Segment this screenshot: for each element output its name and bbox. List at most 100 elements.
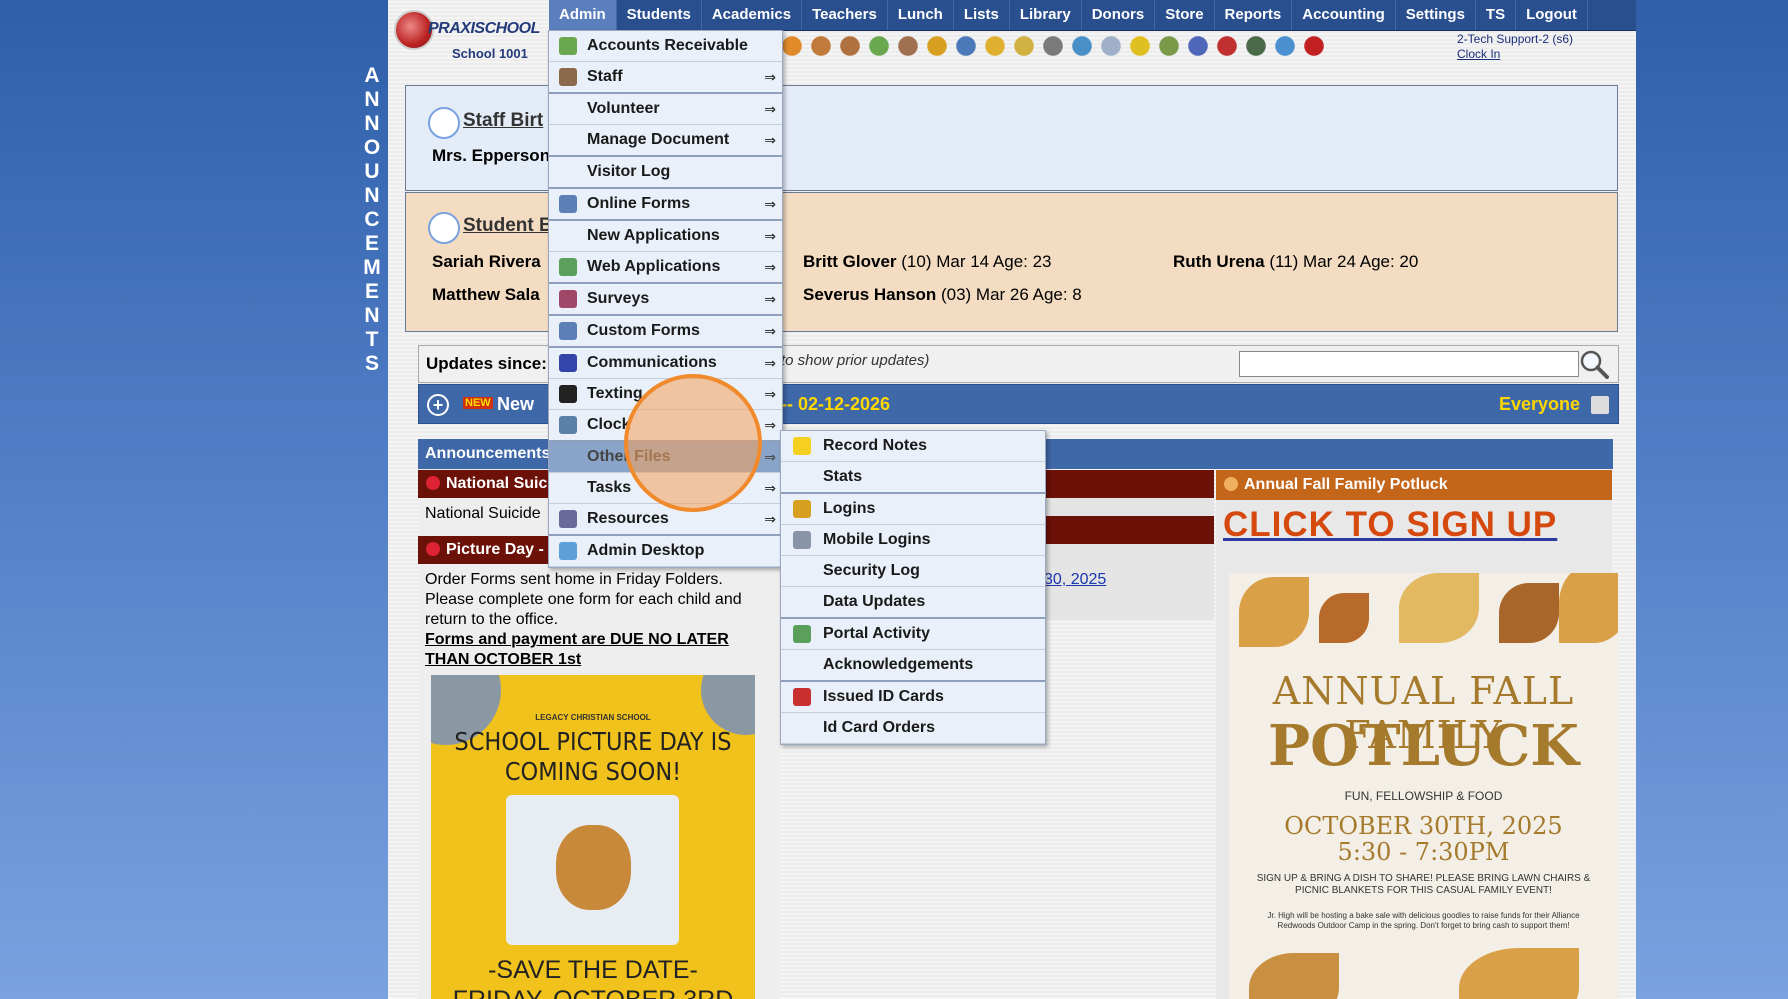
nav-students[interactable]: Students xyxy=(617,0,702,30)
submenu-item-security-log[interactable]: Security Log xyxy=(781,556,1045,587)
announcement-text: Order Forms sent home in Friday Folders.… xyxy=(425,571,742,668)
sign-up-link[interactable]: CLICK TO SIGN UP xyxy=(1223,505,1557,545)
menu-item-new-applications[interactable]: New Applications ⇒ xyxy=(549,221,782,252)
menu-item-accounts-receivable[interactable]: Accounts Receivable xyxy=(549,31,782,62)
submenu-arrow-icon: ⇒ xyxy=(764,196,776,212)
power-icon[interactable] xyxy=(1302,34,1326,58)
card-icon[interactable] xyxy=(1128,34,1152,58)
menu-item-resources[interactable]: Resources ⇒ xyxy=(549,504,782,536)
announcement-letter: T xyxy=(365,328,379,351)
nav-academics[interactable]: Academics xyxy=(702,0,803,30)
student-birthdays-title[interactable]: Student B xyxy=(463,215,553,237)
potluck-instructions: SIGN UP & BRING A DISH TO SHARE! PLEASE … xyxy=(1256,873,1591,896)
announcement-letter: E xyxy=(364,232,379,255)
submenu-item-logins[interactable]: Logins xyxy=(781,494,1045,525)
nav-logout[interactable]: Logout xyxy=(1516,0,1588,30)
potluck-poster: ANNUAL FALL FAMILY POTLUCK FUN, FELLOWSH… xyxy=(1229,573,1618,999)
nav-library[interactable]: Library xyxy=(1010,0,1082,30)
money-icon[interactable] xyxy=(867,34,891,58)
expand-plus-icon[interactable]: + xyxy=(427,394,449,416)
printer-icon[interactable] xyxy=(1157,34,1181,58)
submenu-item-acknowledgements[interactable]: Acknowledgements xyxy=(781,650,1045,682)
menu-item-custom-forms[interactable]: Custom Forms ⇒ xyxy=(549,316,782,348)
menu-item-online-forms[interactable]: Online Forms ⇒ xyxy=(549,189,782,221)
submenu-item-mobile-logins[interactable]: Mobile Logins xyxy=(781,525,1045,556)
book-icon[interactable] xyxy=(954,34,978,58)
clock-icon xyxy=(559,416,577,434)
search-input[interactable] xyxy=(1239,351,1579,377)
menu-item-label: Visitor Log xyxy=(587,163,671,180)
audience-label[interactable]: Everyone xyxy=(1499,394,1580,415)
poster-headline: SCHOOL PICTURE DAY IS COMING SOON! xyxy=(454,727,732,786)
submenu-item-issued-id-cards[interactable]: Issued ID Cards xyxy=(781,682,1045,713)
staff-icon[interactable] xyxy=(809,34,833,58)
person-icon[interactable] xyxy=(1041,34,1065,58)
globe-icon xyxy=(559,258,577,276)
nav-store[interactable]: Store xyxy=(1155,0,1215,30)
announcement-letter: N xyxy=(364,88,380,111)
nav-lists[interactable]: Lists xyxy=(954,0,1010,30)
menu-item-volunteer[interactable]: Volunteer ⇒ xyxy=(549,94,782,125)
menu-item-communications[interactable]: Communications ⇒ xyxy=(549,348,782,379)
ap-icon[interactable] xyxy=(1186,34,1210,58)
scanner-icon[interactable] xyxy=(1244,34,1268,58)
announcement-letter: C xyxy=(364,208,380,231)
volunteer-icon[interactable] xyxy=(838,34,862,58)
submenu-arrow-icon: ⇒ xyxy=(764,386,776,402)
submenu-item-data-updates[interactable]: Data Updates xyxy=(781,587,1045,619)
menu-item-surveys[interactable]: Surveys ⇒ xyxy=(549,284,782,316)
announcement-text: National Suicide xyxy=(425,505,541,522)
student-birthday-entry: Matthew Sala xyxy=(432,285,540,304)
megaphone-icon[interactable] xyxy=(780,34,804,58)
submenu-item-label: Acknowledgements xyxy=(823,656,974,673)
menu-item-label: Surveys xyxy=(587,290,650,307)
clock-in-link[interactable]: Clock In xyxy=(1457,47,1573,62)
bell-icon[interactable] xyxy=(983,34,1007,58)
potluck-datetime: OCTOBER 30TH, 2025 5:30 - 7:30PM xyxy=(1284,812,1563,866)
nav-settings[interactable]: Settings xyxy=(1396,0,1476,30)
submenu-item-record-notes[interactable]: Record Notes xyxy=(781,431,1045,462)
clock-icon[interactable] xyxy=(1070,34,1094,58)
menu-item-visitor-log[interactable]: Visitor Log xyxy=(549,157,782,189)
lunch-icon[interactable] xyxy=(925,34,949,58)
staff-birthdays-title[interactable]: Staff Birt xyxy=(463,110,543,132)
menu-item-label: Manage Document xyxy=(587,131,730,148)
autumn-leaf-decor xyxy=(1399,573,1479,643)
menu-item-manage-document[interactable]: Manage Document ⇒ xyxy=(549,125,782,157)
staff-birthday-entry: Mrs. Epperson xyxy=(432,146,551,165)
submenu-item-portal-activity[interactable]: Portal Activity xyxy=(781,619,1045,650)
menu-item-staff[interactable]: Staff ⇒ xyxy=(549,62,782,94)
pdf-icon[interactable] xyxy=(1215,34,1239,58)
autumn-leaf-decor xyxy=(1249,953,1339,999)
note-icon xyxy=(793,437,811,455)
date-link[interactable]: 30, 2025 xyxy=(1044,571,1106,589)
submenu-item-id-card-orders[interactable]: Id Card Orders xyxy=(781,713,1045,744)
nav-ts[interactable]: TS xyxy=(1476,0,1517,30)
html-form-icon xyxy=(559,195,577,213)
group-icon[interactable] xyxy=(896,34,920,58)
printer-icon[interactable] xyxy=(1591,396,1609,414)
menu-item-label: Resources xyxy=(587,510,669,527)
nav-reports[interactable]: Reports xyxy=(1215,0,1293,30)
help-icon[interactable] xyxy=(1273,34,1297,58)
nav-accounting[interactable]: Accounting xyxy=(1292,0,1396,30)
export-icon[interactable] xyxy=(1012,34,1036,58)
praxischool-logo[interactable]: PRAXISCHOOL School 1001 xyxy=(392,4,540,62)
submenu-item-stats[interactable]: Stats xyxy=(781,462,1045,494)
submenu-item-label: Logins xyxy=(823,500,876,517)
nav-teachers[interactable]: Teachers xyxy=(802,0,888,30)
menu-item-admin-desktop[interactable]: Admin Desktop xyxy=(549,536,782,567)
search-icon[interactable] xyxy=(1579,349,1609,379)
document-icon[interactable] xyxy=(1099,34,1123,58)
phone-icon xyxy=(559,385,577,403)
menu-item-label: Admin Desktop xyxy=(587,542,705,559)
nav-admin[interactable]: Admin xyxy=(549,0,617,30)
pin-icon xyxy=(426,476,440,490)
menu-item-label: Custom Forms xyxy=(587,322,700,339)
menu-item-web-applications[interactable]: Web Applications ⇒ xyxy=(549,252,782,284)
user-name: 2-Tech Support-2 (s6) xyxy=(1457,32,1574,46)
potluck-title[interactable]: Annual Fall Family Potluck xyxy=(1216,470,1612,500)
nav-lunch[interactable]: Lunch xyxy=(888,0,954,30)
nav-donors[interactable]: Donors xyxy=(1082,0,1156,30)
autumn-leaf-decor xyxy=(1239,577,1309,647)
